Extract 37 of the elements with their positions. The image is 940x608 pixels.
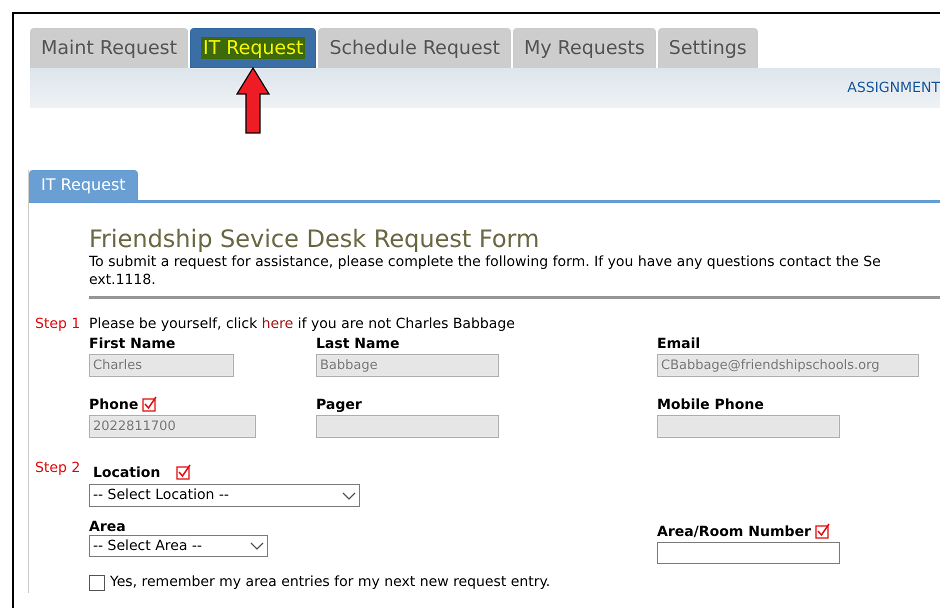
field-label: Email: [657, 337, 700, 351]
input-field[interactable]: 2022811700: [89, 415, 256, 438]
input-field[interactable]: [316, 415, 499, 438]
step-label: Step 1: [34, 316, 82, 334]
field-label: Last Name: [316, 337, 400, 351]
remember-checkbox[interactable]: [89, 574, 105, 590]
remember-label: Yes, remember my area entries for my next new request entry.: [110, 573, 550, 592]
input-field[interactable]: [657, 415, 840, 438]
tab[interactable]: IT Request: [190, 28, 316, 68]
room-number-field[interactable]: [657, 542, 840, 564]
tab[interactable]: Settings: [658, 28, 758, 68]
field-label: First Name: [89, 337, 176, 351]
intro-text: ext.1118.: [89, 271, 157, 289]
input-field[interactable]: Charles: [89, 354, 234, 377]
input-field[interactable]: CBabbage@friendshipschools.org: [657, 354, 919, 377]
field-label: Area/Room Number: [657, 525, 811, 539]
input-field[interactable]: Babbage: [316, 354, 499, 377]
panel-tab[interactable]: IT Request: [29, 170, 138, 200]
field-label: Pager: [316, 398, 362, 412]
tab[interactable]: My Requests: [513, 28, 656, 68]
chevron-down-icon: [250, 542, 264, 550]
field-label: Location: [93, 466, 160, 480]
step-label: Step 2: [34, 460, 82, 478]
tab[interactable]: Schedule Request: [318, 28, 511, 68]
intro-text: To submit a request for assistance, please complete the following form. If you have any questions contact the Se: [89, 253, 882, 271]
identity-sentence: Please be yourself, click here if you are not Charles Babbage: [89, 316, 516, 333]
assignment-link[interactable]: ASSIGNMENT: [847, 78, 940, 98]
area-select[interactable]: -- Select Area --: [89, 535, 268, 557]
field-label: Area: [89, 519, 127, 535]
tab[interactable]: Maint Request: [30, 28, 188, 68]
chevron-down-icon: [342, 492, 356, 500]
location-select[interactable]: -- Select Location --: [89, 484, 360, 507]
field-label: Mobile Phone: [657, 398, 764, 412]
arrow-drawing: [236, 66, 270, 136]
here-link[interactable]: here: [262, 316, 294, 332]
field-label: Phone: [89, 398, 138, 412]
form-title: Friendship Sevice Desk Request Form: [89, 225, 540, 253]
